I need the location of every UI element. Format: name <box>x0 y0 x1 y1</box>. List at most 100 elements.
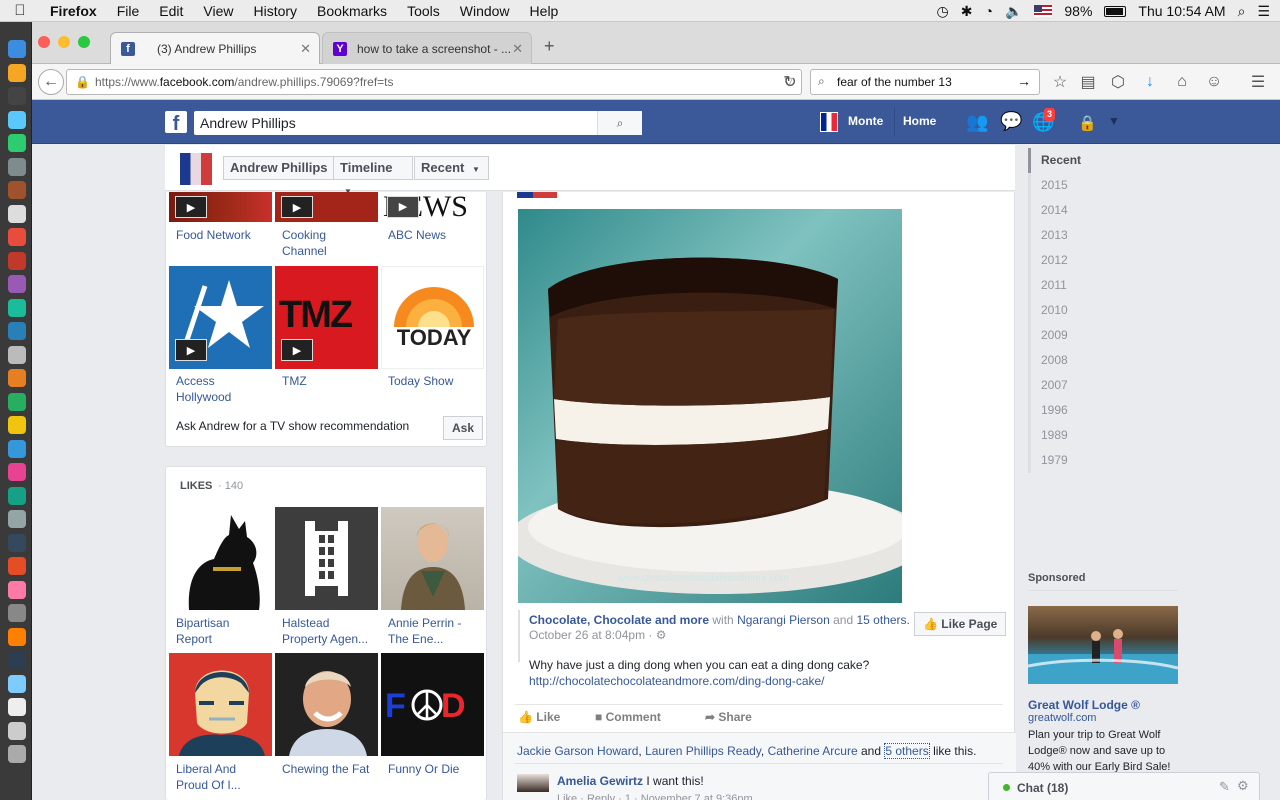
profile-link[interactable]: Monte <box>848 114 883 128</box>
dock-app-icon[interactable] <box>8 298 26 317</box>
notification-center-icon[interactable]: ☰ <box>1257 3 1270 20</box>
menu-firefox[interactable]: Firefox <box>40 3 107 19</box>
timeline-year-2013[interactable]: 2013 <box>1028 223 1108 248</box>
tv-tile-cooking-channel[interactable]: ▶ <box>275 192 378 222</box>
tv-tile-tmz[interactable]: TMZ ▶ <box>275 266 378 369</box>
like-tile-liberal-and-proud[interactable] <box>169 653 272 756</box>
liker-link[interactable]: Catherine Arcure <box>768 744 858 758</box>
tv-label-cooking-channel[interactable]: Cooking Channel <box>282 227 362 259</box>
dock-app-icon[interactable] <box>8 228 26 246</box>
close-tab-icon[interactable]: ✕ <box>300 41 311 57</box>
timeline-year-2011[interactable]: 2011 <box>1028 273 1108 298</box>
dock-app-icon[interactable] <box>8 439 26 458</box>
post-link[interactable]: http://chocolatechocolateandmore.com/din… <box>529 674 825 688</box>
like-label-chewing-the-fat[interactable]: Chewing the Fat <box>282 761 382 777</box>
menu-edit[interactable]: Edit <box>149 3 193 19</box>
pocket-icon[interactable]: ⬡ <box>1106 70 1130 94</box>
comment-action[interactable]: ■ Comment <box>595 710 661 724</box>
dock-app-icon[interactable] <box>8 463 26 481</box>
home-icon[interactable]: ⌂ <box>1170 70 1194 94</box>
messages-icon[interactable]: 💬 <box>1000 111 1022 132</box>
tv-label-abc-news[interactable]: ABC News <box>388 227 488 243</box>
facebook-logo-icon[interactable]: f <box>165 111 187 135</box>
audience-gear-icon[interactable]: ⚙ <box>656 628 667 642</box>
timeline-year-2007[interactable]: 2007 <box>1028 373 1108 398</box>
like-label-bipartisan-report[interactable]: Bipartisan Report <box>176 615 266 647</box>
new-message-icon[interactable]: ✎ <box>1219 779 1230 795</box>
timeline-year-2015[interactable]: 2015 <box>1028 173 1108 198</box>
likes-heading[interactable]: LIKES <box>180 480 212 492</box>
dock-app-icon[interactable] <box>8 369 26 387</box>
spotlight-search-icon[interactable]: ⌕ <box>1238 3 1246 20</box>
friend-requests-icon[interactable]: 👥 <box>966 112 988 133</box>
dock-app-icon[interactable] <box>8 510 26 528</box>
dock-app-icon[interactable] <box>8 204 26 223</box>
ad-title-link[interactable]: Great Wolf Lodge ® <box>1028 698 1140 712</box>
zoom-window-button[interactable] <box>78 36 90 48</box>
dock-app-icon[interactable] <box>8 251 26 270</box>
new-tab-button[interactable]: + <box>544 36 555 57</box>
dock-app-icon[interactable] <box>8 345 26 364</box>
timeline-year-recent[interactable]: Recent <box>1028 148 1108 173</box>
tv-label-access-hollywood[interactable]: Access Hollywood <box>176 373 256 405</box>
dock-app-icon[interactable] <box>8 392 26 411</box>
menu-window[interactable]: Window <box>450 3 520 19</box>
like-page-button[interactable]: 👍 Like Page <box>914 612 1007 636</box>
tv-label-tmz[interactable]: TMZ <box>282 373 382 389</box>
post-author-avatar[interactable] <box>517 192 557 198</box>
search-go-icon[interactable]: → <box>1017 73 1031 89</box>
chat-label[interactable]: Chat (18) <box>1017 781 1068 795</box>
menu-tools[interactable]: Tools <box>397 3 450 19</box>
battery-percent[interactable]: 98% <box>1064 3 1092 19</box>
tv-tile-abc-news[interactable]: NEWS ▶ <box>381 192 484 222</box>
timeline-year-2014[interactable]: 2014 <box>1028 198 1108 223</box>
tv-label-today-show[interactable]: Today Show <box>388 373 488 389</box>
bookmark-star-icon[interactable]: ☆ <box>1048 70 1072 94</box>
dock-app-icon[interactable] <box>8 721 26 740</box>
apple-menu-icon[interactable]:  <box>0 2 40 19</box>
volume-icon[interactable]: 🔈 <box>1005 3 1022 20</box>
dock-app-icon[interactable] <box>8 627 26 646</box>
tv-tile-food-network[interactable]: ▶ <box>169 192 272 222</box>
timeline-year-2012[interactable]: 2012 <box>1028 248 1108 273</box>
liker-link[interactable]: Lauren Phillips Ready <box>645 744 761 758</box>
timeline-year-1979[interactable]: 1979 <box>1028 448 1108 473</box>
post-timestamp[interactable]: October 26 at 8:04pm · <box>529 628 652 642</box>
reading-list-icon[interactable]: ▤ <box>1076 70 1100 94</box>
home-link[interactable]: Home <box>903 114 936 128</box>
like-tile-bipartisan-report[interactable] <box>169 507 272 610</box>
page-name-link[interactable]: Chocolate, Chocolate and more <box>529 613 709 627</box>
dock-app-icon[interactable] <box>8 745 26 763</box>
commenter-name-link[interactable]: Amelia Gewirtz <box>557 774 643 788</box>
dock-app-icon[interactable] <box>8 698 26 716</box>
flag-icon[interactable] <box>1034 5 1053 17</box>
dock-app-icon[interactable] <box>8 533 26 552</box>
like-tile-halstead[interactable] <box>275 507 378 610</box>
battery-icon[interactable] <box>1104 5 1127 17</box>
tagged-person-link[interactable]: Ngarangi Pierson <box>737 613 830 627</box>
tv-tile-access-hollywood[interactable]: ▶ <box>169 266 272 369</box>
menu-help[interactable]: Help <box>520 3 569 19</box>
dock-app-icon[interactable] <box>8 557 26 575</box>
dock-app-icon[interactable] <box>8 580 26 599</box>
dock-app-icon[interactable] <box>8 110 26 129</box>
time-machine-icon[interactable]: ◷ <box>937 3 949 20</box>
dock-app-icon[interactable] <box>8 416 26 434</box>
menu-icon[interactable]: ☰ <box>1246 70 1270 94</box>
timeline-year-2009[interactable]: 2009 <box>1028 323 1108 348</box>
wifi-icon[interactable]: ◔ <box>984 3 992 19</box>
url-bar[interactable]: 🔒 https://www. facebook.com/andrew.philli… <box>66 69 802 95</box>
hello-icon[interactable]: ☺ <box>1202 70 1226 94</box>
recent-dropdown[interactable]: Recent ▼ <box>414 156 489 180</box>
dock-app-icon[interactable] <box>8 651 26 669</box>
bluetooth-icon[interactable]: ✱ <box>961 3 973 20</box>
menu-history[interactable]: History <box>243 3 307 19</box>
menu-file[interactable]: File <box>107 3 150 19</box>
tab-yahoo[interactable]: Y how to take a screenshot - ... ✕ <box>322 32 532 64</box>
dock-app-icon[interactable] <box>8 604 26 622</box>
dock-app-icon[interactable] <box>8 674 26 693</box>
like-action[interactable]: 👍 Like <box>518 710 560 724</box>
profile-name-button[interactable]: Andrew Phillips <box>223 156 335 180</box>
tab-facebook[interactable]: f (3) Andrew Phillips ✕ <box>110 32 320 64</box>
others-link[interactable]: 15 others. <box>857 613 910 627</box>
